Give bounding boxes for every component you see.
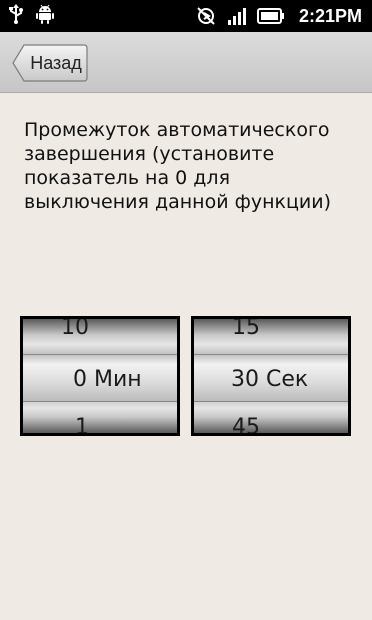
usb-icon bbox=[8, 4, 24, 24]
sync-icon bbox=[195, 5, 217, 27]
minutes-drum[interactable]: 10 0 Мин 1 bbox=[23, 319, 177, 433]
minutes-wheel[interactable]: 10 0 Мин 1 bbox=[20, 316, 180, 436]
minutes-next-value[interactable]: 1 bbox=[75, 415, 89, 433]
seconds-current-value: 30 Сек bbox=[231, 367, 309, 392]
battery-icon bbox=[256, 8, 285, 24]
seconds-wheel[interactable]: 15 30 Сек 45 bbox=[191, 316, 351, 436]
back-button-label: Назад bbox=[30, 53, 82, 73]
seconds-next-value[interactable]: 45 bbox=[232, 415, 260, 433]
auto-exit-description: Промежуток автоматического завершения (у… bbox=[24, 119, 332, 213]
android-debug-icon bbox=[36, 4, 54, 24]
status-time: 2:21PM bbox=[298, 6, 362, 26]
status-bar: 2:21PM bbox=[0, 0, 372, 32]
minutes-prev-value[interactable]: 10 bbox=[61, 319, 89, 340]
header-bar: Назад bbox=[0, 32, 372, 93]
seconds-drum[interactable]: 15 30 Сек 45 bbox=[194, 319, 348, 433]
back-button[interactable]: Назад bbox=[12, 44, 88, 82]
seconds-prev-value[interactable]: 15 bbox=[232, 319, 260, 340]
signal-icon bbox=[227, 6, 247, 26]
minutes-current-value: 0 Мин bbox=[73, 367, 142, 392]
